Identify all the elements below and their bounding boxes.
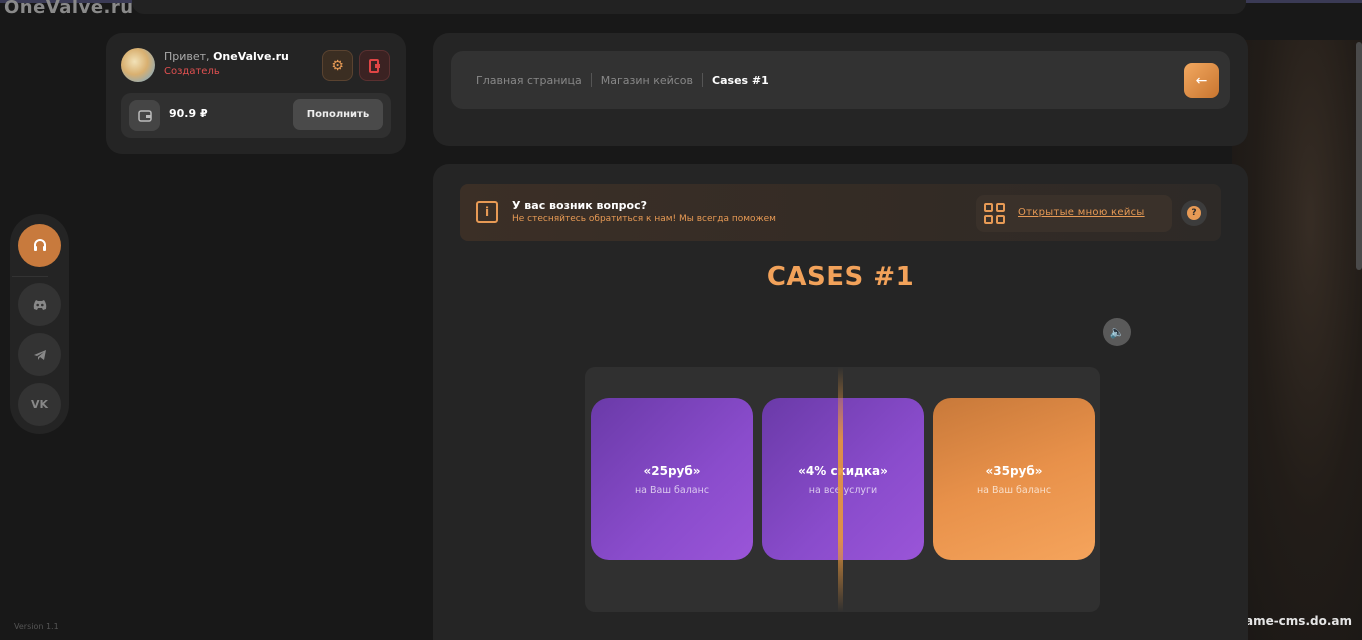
breadcrumb-panel: Главная страница Магазин кейсов Cases #1… xyxy=(433,33,1248,146)
logout-button[interactable] xyxy=(359,50,390,81)
case-title: CASES #1 xyxy=(766,262,915,292)
question-icon: ? xyxy=(1187,206,1201,220)
help-button[interactable]: ? xyxy=(1181,200,1207,226)
case-roulette: «25руб» на Ваш баланс «4% скидка» на все… xyxy=(585,367,1100,612)
vk-button[interactable]: VK xyxy=(18,383,61,426)
user-greeting: Привет, OneValve.ru xyxy=(164,50,289,63)
balance-box: 90.9 ₽ Пополнить xyxy=(121,93,391,138)
breadcrumb-shop[interactable]: Магазин кейсов xyxy=(601,74,693,87)
social-rail: VK xyxy=(10,214,69,434)
info-icon: i xyxy=(476,201,498,223)
top-strip xyxy=(132,0,1246,14)
rail-divider xyxy=(12,276,48,277)
background-artwork xyxy=(1232,40,1362,640)
site-logo-text[interactable]: OneValve.ru xyxy=(4,0,134,18)
gear-icon: ⚙ xyxy=(331,57,344,74)
open-cases-button[interactable]: Открытые мною кейсы xyxy=(976,195,1172,232)
item-desc: на Ваш баланс xyxy=(634,485,710,496)
telegram-button[interactable] xyxy=(18,333,61,376)
vk-icon: VK xyxy=(30,398,49,411)
headset-icon xyxy=(33,238,46,251)
back-button[interactable]: ← xyxy=(1184,63,1219,98)
greeting-text: Привет, xyxy=(164,50,210,63)
breadcrumb-separator xyxy=(702,73,704,87)
breadcrumb: Главная страница Магазин кейсов Cases #1… xyxy=(451,51,1230,109)
breadcrumb-home[interactable]: Главная страница xyxy=(476,74,582,87)
item-name: «4% скидка» xyxy=(798,464,888,478)
user-name: OneValve.ru xyxy=(213,50,289,63)
grid-icon xyxy=(984,203,1006,225)
breadcrumb-separator xyxy=(590,73,592,87)
roulette-item: «25руб» на Ваш баланс xyxy=(591,398,753,560)
telegram-icon xyxy=(33,349,46,360)
logout-icon xyxy=(368,58,380,73)
roulette-item: «35руб» на Ваш баланс xyxy=(933,398,1095,560)
user-card: Привет, OneValve.ru Создатель ⚙ 90.9 ₽ П… xyxy=(106,33,406,154)
discord-button[interactable] xyxy=(18,283,61,326)
version-label: Version 1.1 xyxy=(14,622,59,631)
roulette-item: «4% скидка» на все услуги xyxy=(762,398,924,560)
watermark: game-cms.do.am xyxy=(1236,614,1352,628)
open-cases-link[interactable]: Открытые мною кейсы xyxy=(1018,207,1145,218)
sound-toggle-button[interactable]: 🔈 xyxy=(1103,318,1131,346)
scrollbar[interactable] xyxy=(1356,42,1362,270)
speaker-icon: 🔈 xyxy=(1109,325,1125,339)
avatar[interactable] xyxy=(121,48,155,82)
roulette-pointer xyxy=(838,367,843,612)
item-desc: на Ваш баланс xyxy=(976,485,1052,496)
item-name: «35руб» xyxy=(985,464,1043,478)
item-desc: на все услуги xyxy=(808,485,878,496)
support-button[interactable] xyxy=(18,224,61,267)
case-panel: i У вас возник вопрос? Не стесняйтесь об… xyxy=(433,164,1248,640)
info-subtitle: Не стесняйтесь обратиться к нам! Мы всег… xyxy=(512,214,776,224)
user-role: Создатель xyxy=(164,66,220,77)
topup-button[interactable]: Пополнить xyxy=(293,99,383,130)
arrow-left-icon: ← xyxy=(1195,72,1208,89)
info-title: У вас возник вопрос? xyxy=(512,199,648,212)
breadcrumb-current: Cases #1 xyxy=(712,73,769,87)
item-name: «25руб» xyxy=(643,464,701,478)
settings-button[interactable]: ⚙ xyxy=(322,50,353,81)
wallet-icon xyxy=(129,100,160,131)
balance-value: 90.9 ₽ xyxy=(169,107,208,120)
info-banner: i У вас возник вопрос? Не стесняйтесь об… xyxy=(460,184,1221,241)
discord-icon xyxy=(33,299,46,310)
